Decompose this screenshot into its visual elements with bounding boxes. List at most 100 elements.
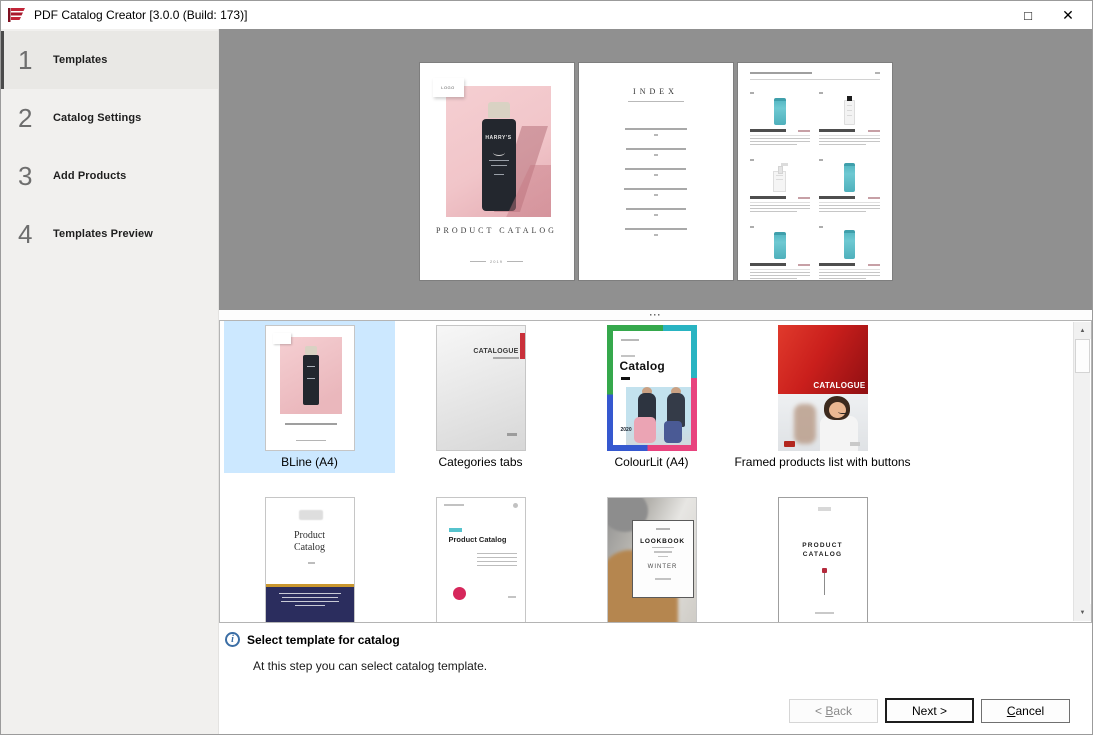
- product-description-lines: [819, 205, 880, 212]
- product-number: [750, 92, 754, 94]
- thumb-cover-subtitle: WINTER: [648, 564, 678, 570]
- product-price-mark: [868, 197, 880, 199]
- thumb-cover-title: Product Catalog: [266, 530, 354, 554]
- scroll-down-button[interactable]: ▼: [1074, 604, 1091, 621]
- bottle-label-line: [489, 160, 509, 161]
- entry-page-number: [654, 234, 658, 236]
- product-image: [819, 95, 880, 125]
- products-grid: [750, 85, 880, 279]
- template-thumbnail-framed[interactable]: CATALOGUE: [778, 325, 868, 451]
- thumb-bottle-cap: [305, 346, 317, 355]
- sidebar-step-templates-preview[interactable]: 4 Templates Preview: [1, 205, 218, 263]
- product-title-row: [750, 196, 811, 199]
- card-footer-line: [655, 578, 671, 580]
- cancel-button[interactable]: Cancel: [981, 699, 1070, 723]
- product-cell: [750, 152, 811, 212]
- sidebar-step-catalog-settings[interactable]: 2 Catalog Settings: [1, 89, 218, 147]
- template-tile-navy-catalog[interactable]: Product Catalog: [224, 493, 395, 623]
- template-thumbnail-lookbook[interactable]: LOOKBOOK WINTER: [607, 497, 697, 623]
- product-description-lines: [750, 205, 811, 212]
- template-label[interactable]: Framed products list with buttons: [734, 455, 910, 469]
- product-description-lines: [750, 138, 811, 145]
- template-thumbnail-navy[interactable]: Product Catalog: [265, 497, 355, 623]
- thumb-teal-bar: [449, 528, 462, 532]
- product-number: [819, 226, 823, 228]
- template-thumbnail-teal[interactable]: Product Catalog: [436, 497, 526, 623]
- frame-right-bar: [691, 325, 697, 451]
- sidebar-step-add-products[interactable]: 3 Add Products: [1, 147, 218, 205]
- thumb-small-logo: [784, 441, 795, 447]
- product-cell: [819, 85, 880, 145]
- product-cell: [819, 219, 880, 279]
- template-tile-colourlit[interactable]: Catalog 2020: [566, 321, 737, 473]
- bottle-label-line: [491, 165, 507, 166]
- teal-bottle-graphic: [774, 232, 786, 259]
- step-label: Templates Preview: [53, 228, 153, 240]
- step-number: 3: [18, 161, 44, 192]
- product-title-row: [750, 129, 811, 132]
- thumb-cover-title: CATALOGUE: [813, 381, 865, 390]
- index-entry: [579, 168, 733, 176]
- template-preview-pane: HARRY'S LOGO PRODUCT CATALOG 2019: [219, 29, 1092, 310]
- template-tile-categories-tabs[interactable]: CATALOGUE Categories tabs: [395, 321, 566, 473]
- template-tile-bline[interactable]: BLine (A4): [224, 321, 395, 473]
- template-tile-pin-catalog[interactable]: PRODUCT CATALOG: [737, 493, 908, 623]
- cover-title: PRODUCT CATALOG: [420, 226, 574, 235]
- title-line-2: Catalog: [294, 542, 325, 553]
- maximize-button[interactable]: □: [1008, 1, 1048, 29]
- product-title-line: [750, 129, 786, 132]
- wizard-steps-sidebar: 1 Templates 2 Catalog Settings 3 Add Pro…: [1, 29, 219, 734]
- thumb-header-line: [444, 504, 464, 506]
- close-button[interactable]: ✕: [1048, 1, 1088, 29]
- teal-bottle-graphic: [774, 98, 786, 125]
- index-entry: [579, 208, 733, 216]
- product-image: [750, 162, 811, 192]
- thumb-bottle-line: [307, 366, 315, 367]
- entry-text-line: [625, 168, 686, 170]
- template-tile-teal-catalog[interactable]: Product Catalog: [395, 493, 566, 623]
- pin-line-graphic: [824, 573, 825, 595]
- thumb-footer-mark: [508, 596, 516, 598]
- template-thumbnail-pin[interactable]: PRODUCT CATALOG: [778, 497, 868, 623]
- bottle-brand-text: HARRY'S: [482, 119, 516, 141]
- template-thumbnail-categories[interactable]: CATALOGUE: [436, 325, 526, 451]
- next-button[interactable]: Next >: [885, 698, 974, 723]
- card-text-line: [658, 556, 668, 558]
- products-header-rule: [750, 79, 880, 80]
- index-entry: [579, 148, 733, 156]
- products-header-text-line: [750, 72, 812, 74]
- template-label[interactable]: ColourLit (A4): [614, 455, 688, 469]
- title-line-1: PRODUCT: [802, 542, 843, 549]
- card-header-line: [656, 528, 670, 530]
- sidebar-step-templates[interactable]: 1 Templates: [1, 31, 218, 89]
- entry-page-number: [654, 214, 658, 216]
- template-thumbnail-colourlit[interactable]: Catalog 2020: [607, 325, 697, 451]
- info-description: At this step you can select catalog temp…: [253, 659, 1092, 673]
- thumb-logo-smudge: [818, 507, 831, 511]
- info-area: i Select template for catalog At this st…: [219, 623, 1092, 734]
- main-panel: HARRY'S LOGO PRODUCT CATALOG 2019: [219, 29, 1092, 734]
- thumb-logo-smudge: [299, 510, 323, 520]
- pane-splitter[interactable]: ···: [219, 310, 1092, 320]
- back-button[interactable]: < Back: [789, 699, 878, 723]
- thumb-subtitle-line: [493, 357, 519, 359]
- info-title: Select template for catalog: [247, 633, 400, 647]
- card-rule: [652, 547, 674, 548]
- titlebar: PDF Catalog Creator [3.0.0 (Build: 173)]…: [1, 1, 1092, 29]
- thumb-bottle-body: [303, 355, 319, 405]
- thumb-navy-band: [266, 587, 354, 622]
- scrollbar-thumb[interactable]: [1075, 339, 1090, 373]
- template-thumbnail-bline[interactable]: [265, 325, 355, 451]
- template-tile-framed-products[interactable]: CATALOGUE Framed products list: [737, 321, 908, 473]
- gallery-scrollbar[interactable]: ▲ ▼: [1073, 322, 1090, 621]
- product-number: [750, 226, 754, 228]
- scroll-up-button[interactable]: ▲: [1074, 322, 1091, 339]
- product-image: [750, 229, 811, 259]
- template-label[interactable]: Categories tabs: [438, 455, 522, 469]
- template-tile-lookbook[interactable]: LOOKBOOK WINTER: [566, 493, 737, 623]
- thumb-paragraph-lines: [477, 550, 517, 566]
- white-bottle-graphic: [844, 100, 855, 125]
- template-label[interactable]: BLine (A4): [281, 455, 338, 469]
- thumb-cover-title: Product Catalog: [449, 535, 507, 544]
- product-image: [819, 162, 880, 192]
